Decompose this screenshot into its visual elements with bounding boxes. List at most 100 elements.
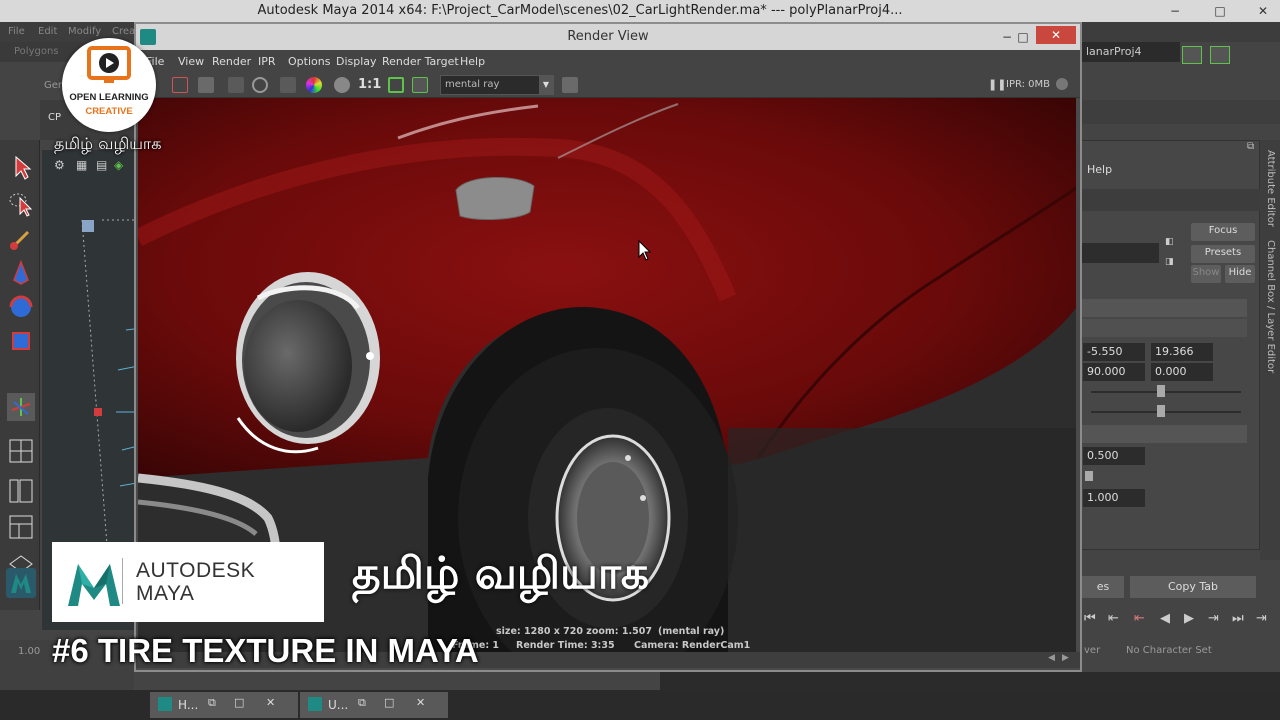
taskbar-item-2[interactable]: U... ⧉ □ ✕ [300, 692, 448, 718]
menu-modify[interactable]: Modify [68, 26, 101, 37]
keep-image-icon[interactable] [388, 77, 404, 93]
show-button[interactable]: Show [1191, 265, 1221, 283]
minimize-button[interactable]: − [1160, 0, 1190, 22]
real-size-button[interactable]: 1:1 [358, 77, 381, 92]
step-forward-icon[interactable]: ⇥ [1256, 611, 1267, 626]
isolate-icon[interactable]: ◈ [114, 158, 123, 172]
rgb-channel-icon[interactable] [306, 77, 322, 93]
move-tool-icon[interactable] [6, 258, 36, 288]
grid-icon[interactable]: ▦ [76, 158, 87, 172]
redo-previous-render-icon[interactable] [172, 77, 188, 93]
layout-outliner-icon[interactable] [6, 476, 36, 506]
menuset-selector[interactable]: Polygons [14, 46, 59, 57]
scale-value-field[interactable]: 1.000 [1083, 489, 1145, 507]
scale-tool-icon[interactable] [6, 326, 36, 356]
section-header-uv[interactable] [1081, 425, 1247, 443]
slider-handle-3[interactable] [1085, 471, 1093, 481]
copy-tab-button[interactable]: Copy Tab [1130, 576, 1256, 598]
alpha-channel-icon[interactable] [334, 77, 350, 93]
rv-menu-render[interactable]: Render [212, 55, 251, 68]
show-manipulator-icon[interactable] [6, 392, 36, 422]
close-button[interactable]: ✕ [1248, 0, 1278, 22]
ipr-render-icon[interactable] [280, 77, 296, 93]
tab-attribute-editor[interactable]: Attribute Editor [1265, 150, 1276, 227]
layout-four-view-icon[interactable] [6, 436, 36, 466]
gear-icon[interactable]: ⚙ [54, 158, 65, 172]
restore-icon[interactable]: ⧉ [358, 696, 366, 710]
slider-track-2[interactable] [1091, 411, 1241, 413]
close-icon[interactable]: ✕ [266, 696, 275, 709]
command-line[interactable] [660, 672, 1280, 690]
character-set-menu[interactable]: No Character Set [1126, 645, 1212, 656]
rv-menu-ipr[interactable]: IPR [258, 55, 276, 68]
step-back-icon[interactable]: ⇤ [1108, 611, 1119, 626]
rotate-y-field[interactable]: 19.366 [1151, 343, 1213, 361]
maya-logo-icon[interactable] [6, 568, 36, 598]
panel-float-icon[interactable]: ⧉ [1247, 141, 1254, 152]
attr-help-menu[interactable]: Help [1087, 163, 1112, 176]
layout-graph-icon[interactable] [6, 512, 36, 542]
select-tab-button[interactable]: es [1082, 576, 1124, 598]
play-backward-icon[interactable]: ◀ [1160, 611, 1170, 626]
image-scale-x-field[interactable]: 90.000 [1083, 363, 1145, 381]
snap-icon[interactable] [1182, 46, 1202, 64]
maximize-icon[interactable]: □ [234, 696, 244, 709]
slider-track-1[interactable] [1091, 391, 1241, 393]
section-header-projection[interactable] [1081, 299, 1247, 317]
focus-button[interactable]: Focus [1191, 223, 1255, 241]
hide-button[interactable]: Hide [1225, 265, 1255, 283]
taskbar-item-1[interactable]: H... ⧉ □ ✕ [150, 692, 298, 718]
render-settings-icon[interactable] [562, 77, 578, 93]
rv-menu-help[interactable]: Help [460, 55, 485, 68]
rv-menu-display[interactable]: Display [336, 55, 377, 68]
restore-icon[interactable]: ⧉ [208, 696, 216, 710]
character-set-row: ver No Character Set [1080, 640, 1280, 662]
refresh-icon[interactable] [252, 77, 268, 93]
menu-file[interactable]: File [8, 26, 25, 37]
image-scale-y-field[interactable]: 0.000 [1151, 363, 1213, 381]
select-tool-icon[interactable] [6, 152, 36, 182]
rv-menu-render-target[interactable]: Render Target [382, 55, 459, 68]
presets-button[interactable]: Presets [1191, 245, 1255, 263]
render-region-icon[interactable] [228, 77, 244, 93]
film-icon[interactable]: ▤ [96, 158, 107, 172]
paint-select-tool-icon[interactable] [6, 224, 36, 254]
output-connection-icon[interactable]: ◨ [1165, 257, 1177, 267]
close-icon[interactable]: ✕ [416, 696, 425, 709]
input-connection-icon[interactable]: ◧ [1165, 237, 1177, 247]
range-start-field[interactable]: 1.00 [18, 646, 40, 657]
shelf-cp-button[interactable]: CP [48, 112, 61, 123]
go-to-start-icon[interactable]: ⏮ [1084, 611, 1096, 626]
rv-menu-view[interactable]: View [178, 55, 204, 68]
snap-live-icon[interactable] [1210, 46, 1230, 64]
menu-edit[interactable]: Edit [38, 26, 57, 37]
maximize-button[interactable]: □ [1205, 0, 1235, 22]
rv-menu-options[interactable]: Options [288, 55, 330, 68]
remove-image-icon[interactable] [412, 77, 428, 93]
step-back-key-icon[interactable]: ⇤ [1134, 611, 1145, 626]
render-view-title: Render View [567, 29, 649, 44]
maximize-icon[interactable]: □ [384, 696, 394, 709]
lasso-tool-icon[interactable] [6, 188, 36, 218]
snapshot-icon[interactable] [198, 77, 214, 93]
menu-create[interactable]: Crea [112, 26, 135, 37]
rv-close-button[interactable]: ✕ [1036, 26, 1076, 44]
pause-ipr-icon[interactable]: ❚❚ [988, 78, 1006, 91]
slider-handle-2[interactable] [1157, 405, 1165, 417]
play-forward-icon[interactable]: ▶ [1184, 611, 1194, 626]
rv-maximize-button[interactable]: □ [1008, 26, 1038, 48]
object-name-field[interactable]: lanarProj4 [1080, 42, 1180, 62]
rotate-x-field[interactable]: -5.550 [1083, 343, 1145, 361]
scroll-right-icon[interactable]: ▶ [1062, 653, 1069, 663]
step-forward-key-icon[interactable]: ⇥ [1208, 611, 1219, 626]
tab-channel-box[interactable]: Channel Box / Layer Editor [1265, 240, 1276, 373]
node-name-field[interactable] [1081, 243, 1159, 263]
renderer-dropdown[interactable]: mental ray ▼ [440, 75, 554, 95]
rotate-tool-icon[interactable] [6, 292, 36, 322]
autodesk-maya-badge: AUTODESK MAYA [52, 542, 324, 622]
section-header-attributes[interactable] [1081, 319, 1247, 337]
go-to-end-icon[interactable]: ⏭ [1232, 611, 1244, 626]
scroll-left-icon[interactable]: ◀ [1048, 653, 1055, 663]
uv-value-field[interactable]: 0.500 [1083, 447, 1145, 465]
slider-handle-1[interactable] [1157, 385, 1165, 397]
